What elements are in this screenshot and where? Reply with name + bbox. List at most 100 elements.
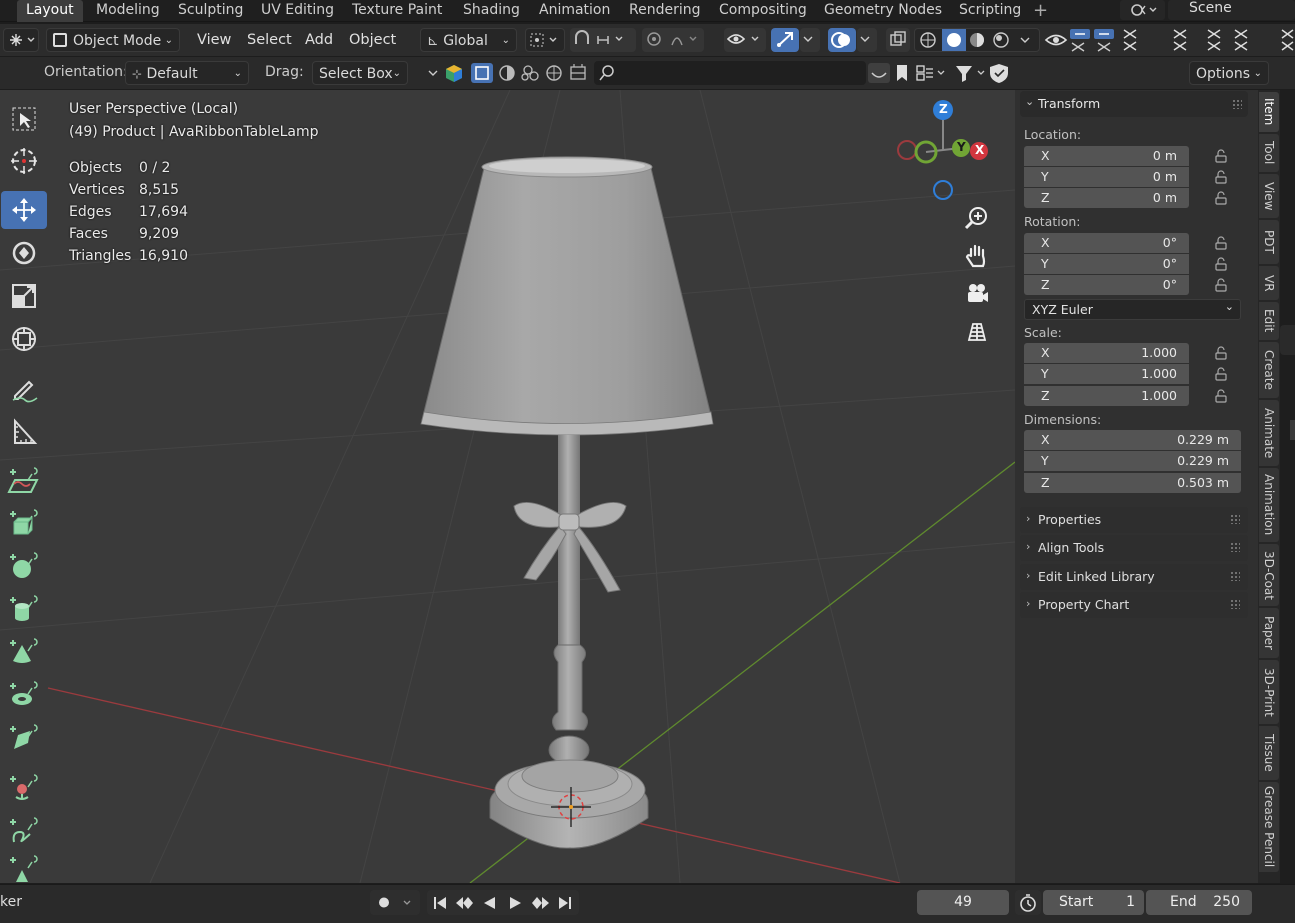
- tab-layout[interactable]: Layout: [17, 0, 83, 22]
- side-tab-pdt[interactable]: PDT: [1259, 220, 1279, 264]
- add-sphere-tool[interactable]: [1, 545, 47, 583]
- lock-icon[interactable]: [1214, 236, 1228, 250]
- zoom-view-button[interactable]: [961, 202, 993, 234]
- pivot-point-button[interactable]: [525, 28, 565, 52]
- add-brush-tool[interactable]: [1, 767, 47, 805]
- rotation-y-field[interactable]: Y 0°: [1024, 254, 1189, 274]
- add-custom-shape-tool[interactable]: [1, 717, 47, 755]
- proportional-editing-controls[interactable]: [642, 28, 704, 52]
- move-tool[interactable]: [1, 191, 47, 229]
- menu-object[interactable]: Object: [349, 28, 396, 52]
- location-x-field[interactable]: X 0 m: [1024, 146, 1189, 166]
- add-torus-tool[interactable]: [1, 674, 47, 712]
- rotate-tool[interactable]: [1, 234, 47, 272]
- scale-tool[interactable]: [1, 277, 47, 315]
- hide-in-viewport-icon[interactable]: [1042, 28, 1070, 52]
- collapse-buttons[interactable]: [1068, 27, 1118, 53]
- rotation-x-field[interactable]: X 0°: [1024, 233, 1189, 253]
- menu-view[interactable]: View: [197, 28, 231, 52]
- scene-selector-button[interactable]: [1120, 0, 1165, 20]
- side-tab-3d-print[interactable]: 3D-Print: [1259, 660, 1279, 724]
- tab-modeling[interactable]: Modeling: [87, 0, 169, 22]
- use-preview-range-toggle[interactable]: [1015, 890, 1041, 915]
- tab-texture-paint[interactable]: Texture Paint: [343, 0, 451, 22]
- lock-icon[interactable]: [1214, 278, 1228, 292]
- add-plane-tool[interactable]: [1, 460, 47, 498]
- overlay-options-dropdown[interactable]: [857, 28, 877, 52]
- snap-controls[interactable]: [570, 28, 636, 52]
- tab-scripting[interactable]: Scripting: [950, 0, 1030, 22]
- scale-y-field[interactable]: Y 1.000: [1024, 364, 1189, 384]
- area-close-icon[interactable]: [1280, 27, 1295, 53]
- side-tab-paper[interactable]: Paper: [1259, 608, 1279, 658]
- side-tab-view[interactable]: View: [1259, 174, 1279, 218]
- add-more-tool[interactable]: [1, 850, 47, 883]
- rotation-mode-dropdown[interactable]: XYZ Euler ⌄: [1024, 299, 1241, 320]
- search-input[interactable]: [594, 61, 866, 85]
- tab-shading[interactable]: Shading: [454, 0, 529, 22]
- next-keyframe-button[interactable]: [528, 892, 552, 914]
- xray-toggle[interactable]: [886, 28, 910, 52]
- align-tools-panel-header[interactable]: › Align Tools: [1020, 535, 1248, 561]
- add-cube-tool[interactable]: [1, 502, 47, 540]
- side-tab-tool[interactable]: Tool: [1259, 134, 1279, 172]
- tab-geometry-nodes[interactable]: Geometry Nodes: [815, 0, 951, 22]
- lock-icon[interactable]: [1214, 170, 1228, 184]
- add-cylinder-tool[interactable]: [1, 588, 47, 626]
- scale-z-field[interactable]: Z 1.000: [1024, 386, 1189, 406]
- editor-type-button[interactable]: [3, 28, 39, 52]
- properties-tab-edge[interactable]: [1290, 420, 1295, 440]
- lock-icon[interactable]: [1214, 257, 1228, 271]
- side-tab-item[interactable]: Item: [1259, 92, 1279, 132]
- location-y-field[interactable]: Y 0 m: [1024, 167, 1189, 187]
- side-tab-grease-pencil[interactable]: Grease Pencil: [1259, 782, 1279, 872]
- drag-handle-icon[interactable]: [1230, 514, 1240, 524]
- tab-sculpting[interactable]: Sculpting: [169, 0, 252, 22]
- transform-panel-header[interactable]: ⌄ Transform: [1020, 91, 1248, 117]
- cursor-tool[interactable]: [1, 142, 47, 180]
- location-z-field[interactable]: Z 0 m: [1024, 188, 1189, 208]
- jump-start-button[interactable]: [428, 892, 452, 914]
- transform-tool[interactable]: [1, 320, 47, 358]
- gizmo-options-dropdown[interactable]: [800, 28, 820, 52]
- tool-extra-icons[interactable]: [866, 61, 1021, 85]
- navigation-gizmo[interactable]: Z Y X: [895, 98, 995, 203]
- tab-uv-editing[interactable]: UV Editing: [252, 0, 343, 22]
- lock-icon[interactable]: [1214, 346, 1228, 360]
- add-workspace-button[interactable]: +: [1024, 0, 1057, 22]
- shading-icons[interactable]: [915, 29, 1039, 51]
- play-button[interactable]: [503, 892, 527, 914]
- side-tab-animate[interactable]: Animate: [1259, 400, 1279, 466]
- drag-handle-icon[interactable]: [1232, 99, 1242, 109]
- add-cone-tool[interactable]: [1, 631, 47, 669]
- current-frame-field[interactable]: 49: [917, 890, 1009, 915]
- edit-linked-library-panel-header[interactable]: › Edit Linked Library: [1020, 564, 1248, 590]
- lock-icon[interactable]: [1214, 367, 1228, 381]
- measure-tool[interactable]: [1, 413, 47, 451]
- side-tab-3d-coat[interactable]: 3D-Coat: [1259, 544, 1279, 606]
- orientation-dropdown[interactable]: ⊹ Default ⌄: [125, 61, 249, 85]
- scene-name-field[interactable]: Scene: [1168, 0, 1295, 20]
- drag-handle-icon[interactable]: [1230, 599, 1240, 609]
- property-chart-panel-header[interactable]: › Property Chart: [1020, 592, 1248, 618]
- show-overlays-toggle[interactable]: [828, 28, 856, 52]
- add-curve-tool[interactable]: [1, 810, 47, 848]
- timeline-marker-menu[interactable]: ker: [0, 894, 22, 910]
- jump-end-button[interactable]: [553, 892, 577, 914]
- dimensions-x-field[interactable]: X 0.229 m: [1024, 430, 1241, 450]
- drag-handle-icon[interactable]: [1230, 571, 1240, 581]
- visibility-selectability-button[interactable]: [724, 28, 766, 52]
- tab-rendering[interactable]: Rendering: [620, 0, 710, 22]
- dimensions-y-field[interactable]: Y 0.229 m: [1024, 451, 1241, 471]
- side-tab-vr[interactable]: VR: [1259, 266, 1279, 300]
- drag-dropdown[interactable]: Select Box ⌄: [312, 61, 408, 85]
- scale-x-field[interactable]: X 1.000: [1024, 343, 1189, 363]
- side-tab-edit[interactable]: Edit: [1259, 302, 1279, 340]
- rotation-z-field[interactable]: Z 0°: [1024, 275, 1189, 295]
- close-area-buttons[interactable]: [1120, 27, 1270, 53]
- prev-keyframe-button[interactable]: [453, 892, 477, 914]
- toggle-projection-button[interactable]: [961, 316, 993, 348]
- show-gizmo-toggle[interactable]: [771, 28, 799, 52]
- lock-icon[interactable]: [1214, 149, 1228, 163]
- play-reverse-button[interactable]: [478, 892, 502, 914]
